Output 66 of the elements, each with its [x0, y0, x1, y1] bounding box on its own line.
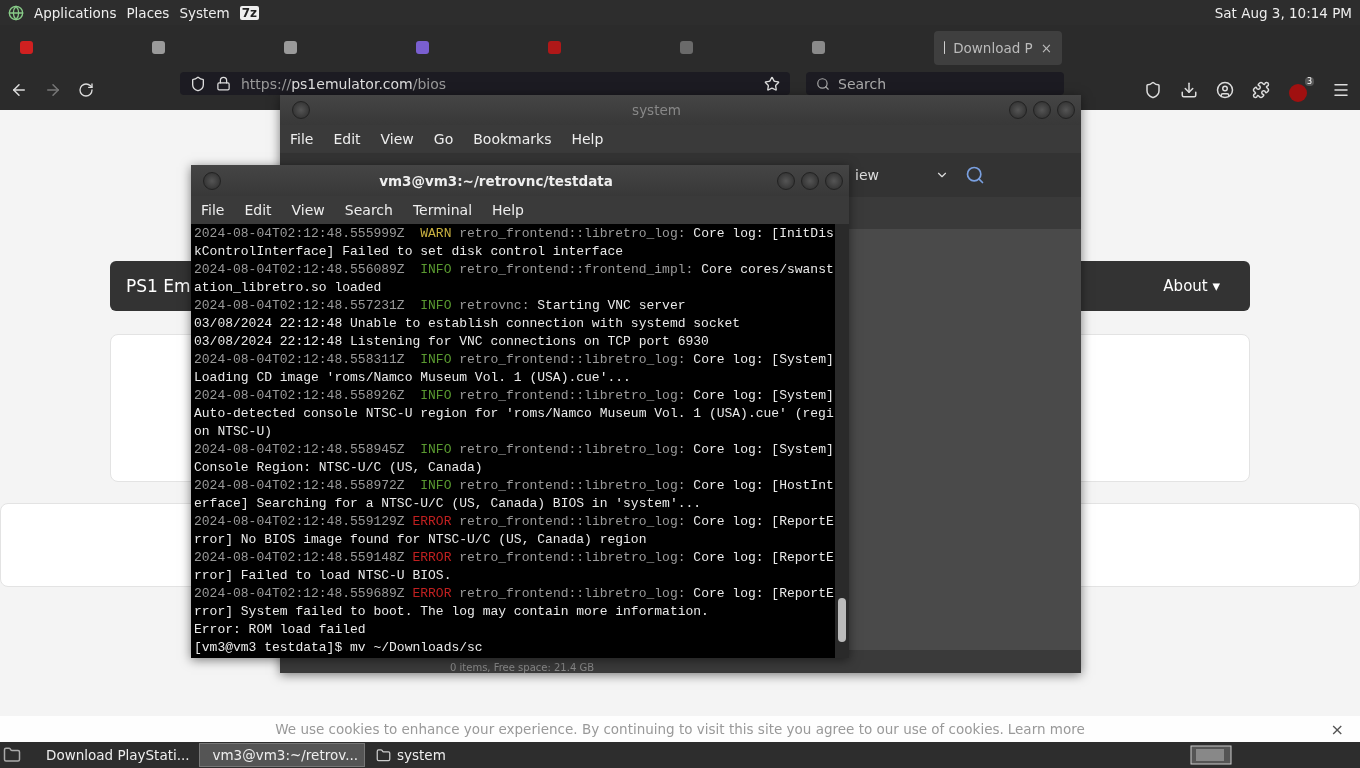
menu-item[interactable]: Terminal	[412, 202, 473, 218]
log-line: 2024-08-04T02:12:48.559689Z ERROR retro_frontend::libretro_log: Core log: [ReportError] System failed to boot. The log may contain more information.	[194, 585, 835, 621]
lock-icon[interactable]	[216, 76, 231, 91]
menu-item[interactable]: Go	[433, 131, 454, 147]
menu-item[interactable]: Help	[571, 131, 604, 147]
panel-menu[interactable]: Applications	[34, 4, 117, 21]
tab-title: Download P	[953, 39, 1033, 56]
scrollbar-thumb[interactable]	[838, 598, 846, 642]
menu-item[interactable]: Edit	[244, 202, 272, 218]
menu-icon[interactable]	[1332, 81, 1350, 99]
cookie-close[interactable]: ×	[1330, 719, 1344, 739]
menu-item[interactable]: View	[380, 131, 414, 147]
menu-item[interactable]: Help	[492, 202, 524, 218]
log-line: 2024-08-04T02:12:48.558972Z INFO retro_frontend::libretro_log: Core log: [HostInterface] Searching for a NTSC-U/C (US, Canada) BIOS in 'system'...	[194, 477, 835, 513]
menu-item[interactable]: File	[290, 131, 314, 147]
menu-item[interactable]: Search	[344, 202, 393, 218]
app-menu-icon[interactable]	[8, 4, 24, 21]
window-title: system	[631, 102, 682, 118]
menu-item[interactable]: File	[201, 202, 225, 218]
forward-icon[interactable]	[44, 81, 62, 99]
panel-menu[interactable]: Places	[126, 4, 170, 21]
menu-item[interactable]: View	[291, 202, 325, 218]
log-line: 2024-08-04T02:12:48.557231Z INFO retrovnc: Starting VNC server	[194, 297, 687, 315]
output-line: Error: ROM load failed	[194, 621, 367, 639]
url-field[interactable]: https://ps1emulator.com/bios	[180, 72, 790, 95]
taskbar-item[interactable]: Download PlayStati...	[33, 743, 195, 767]
output-line: 03/08/2024 22:12:48 Listening for VNC connections on TCP port 6930	[194, 333, 710, 351]
taskbar-item[interactable]: system	[369, 743, 535, 767]
log-line: 2024-08-04T02:12:48.559148Z ERROR retro_frontend::libretro_log: Core log: [ReportError] Failed to load NTSC-U BIOS.	[194, 549, 835, 585]
cookie-text: We use cookies to enhance your experience. By continuing to visit this site you agree to our use of cookies.	[275, 721, 1004, 737]
bookmark-star-icon[interactable]	[764, 75, 780, 92]
clock: Sat Aug 3, 10:14 PM	[1214, 4, 1352, 21]
command-prompt[interactable]: [vm3@vm3 testdata]$ mv ~/Downloads/sc	[194, 639, 835, 657]
extension-badge: 3	[1304, 77, 1314, 86]
window-title: vm3@vm3:~/retrovnc/testdata	[378, 172, 614, 189]
about-menu[interactable]: About ▾	[1163, 277, 1220, 295]
search-icon	[816, 76, 830, 91]
back-icon[interactable]	[10, 81, 28, 99]
workspace-switcher-icon[interactable]	[1190, 745, 1232, 765]
site-brand[interactable]: PS1 Em	[126, 276, 191, 296]
browser-tab[interactable]: Download P ×	[934, 30, 1062, 65]
extensions-icon[interactable]	[1252, 81, 1270, 99]
search-field[interactable]: Search	[806, 72, 1064, 95]
log-line: 2024-08-04T02:12:48.558311Z INFO retro_frontend::libretro_log: Core log: [System] Loading CD image 'roms/Namco Museum Vol. 1 (USA).cue'...	[194, 351, 835, 387]
log-line: 2024-08-04T02:12:48.558945Z INFO retro_frontend::libretro_log: Core log: [System] Console Region: NTSC-U/C (US, Canada)	[194, 441, 835, 477]
archive-app-icon[interactable]: 7z	[239, 5, 260, 20]
menu-item[interactable]: Bookmarks	[473, 131, 552, 147]
menu-item[interactable]: Edit	[333, 131, 361, 147]
log-line: 2024-08-04T02:12:48.556089Z INFO retro_frontend::frontend_impl: Core cores/swanstation_libretro.so loaded	[194, 261, 835, 297]
log-line: 2024-08-04T02:12:48.559129Z ERROR retro_frontend::libretro_log: Core log: [ReportError] No BIOS image found for NTSC-U/C (US, Canada) region	[194, 513, 835, 549]
output-line: 03/08/2024 22:12:48 Unable to establish connection with systemd socket	[194, 315, 742, 333]
reload-icon[interactable]	[78, 82, 94, 98]
show-desktop-icon[interactable]	[3, 746, 21, 764]
taskbar-item[interactable]: vm3@vm3:~/retrov...	[199, 743, 365, 767]
search-icon[interactable]	[964, 165, 985, 185]
folder-icon	[376, 747, 391, 763]
status-text: 0 items, Free space: 21.4 GB	[450, 662, 595, 673]
account-icon[interactable]	[1216, 81, 1234, 99]
shield-icon[interactable]	[190, 75, 206, 92]
scrollbar[interactable]	[835, 224, 849, 658]
view-label[interactable]: iew	[855, 167, 879, 183]
log-line: 2024-08-04T02:12:48.558926Z INFO retro_frontend::libretro_log: Core log: [System] Auto-detected console NTSC-U region for 'roms/Namco Museum Vol. 1 (USA).cue' (region NTSC-U)	[194, 387, 835, 441]
panel-menu[interactable]: System	[179, 4, 230, 21]
log-line: 2024-08-04T02:12:48.555999Z WARN retro_frontend::libretro_log: Core log: [InitDiskControlInterface] Failed to set disk control interface	[194, 225, 835, 261]
tab-close[interactable]: ×	[1040, 39, 1052, 56]
download-icon[interactable]	[1180, 81, 1198, 99]
